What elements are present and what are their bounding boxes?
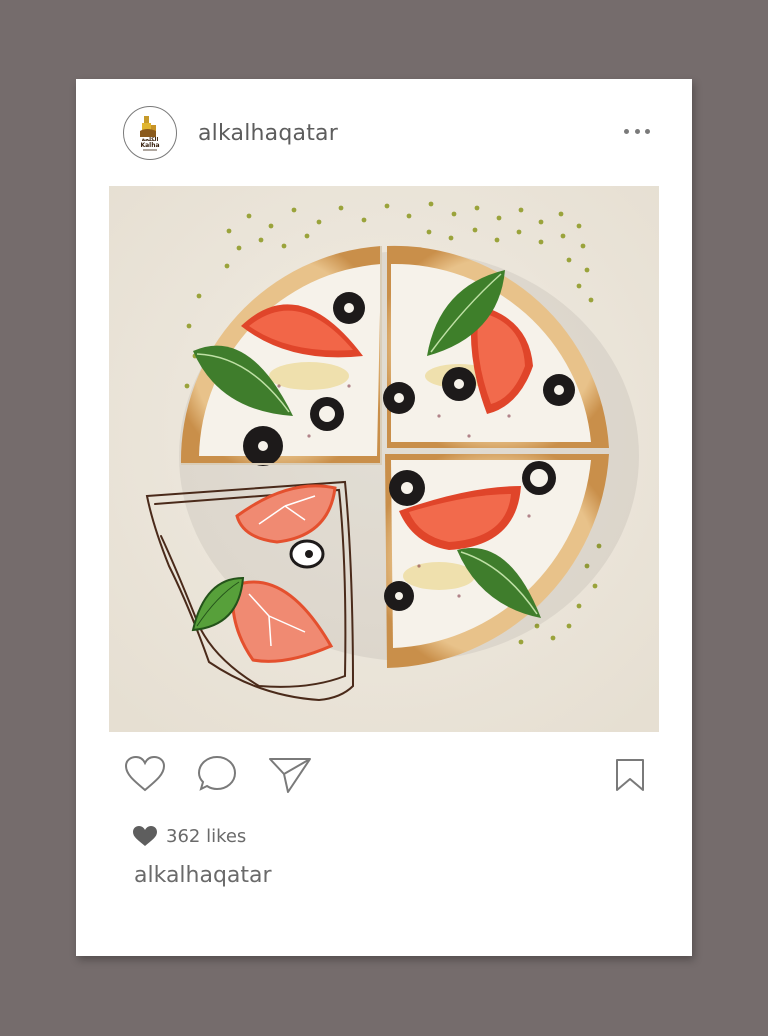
more-icon-dot [624, 128, 629, 134]
sketched-olive [289, 539, 325, 569]
more-icon-dot [634, 128, 640, 134]
more-options-button[interactable] [624, 124, 650, 138]
post-card: الكلحة Kalha alkalhaqatar 362 likes alka… [76, 79, 692, 956]
more-icon-dot [645, 128, 650, 134]
logo-text-latin: Kalha [140, 142, 159, 149]
comment-icon[interactable] [196, 754, 238, 794]
likes-row[interactable]: 362 likes [132, 824, 246, 848]
send-icon[interactable] [267, 754, 313, 794]
pizza-illustration [109, 186, 659, 732]
post-image[interactable] [109, 186, 659, 732]
kalha-logo-icon: الكلحة Kalha [140, 116, 160, 151]
heart-icon[interactable] [123, 754, 167, 794]
caption-username[interactable]: alkalhaqatar [134, 863, 272, 888]
filled-heart-icon [133, 826, 157, 846]
post-actions [76, 754, 692, 804]
avatar[interactable]: الكلحة Kalha [123, 106, 177, 160]
post-username[interactable]: alkalhaqatar [198, 121, 338, 146]
post-header: الكلحة Kalha alkalhaqatar [76, 79, 692, 185]
bookmark-icon[interactable] [614, 757, 646, 793]
likes-count: 362 likes [166, 825, 247, 847]
